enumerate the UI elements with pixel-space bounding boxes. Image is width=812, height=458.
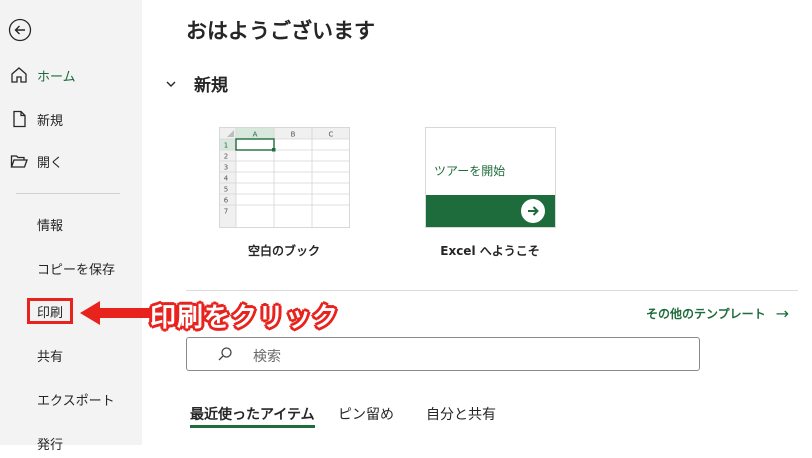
annotation-arrow	[80, 301, 150, 325]
page-title: おはようございます	[186, 19, 375, 43]
grid-row-label: 6	[224, 197, 229, 205]
search-input[interactable]: 検索	[186, 337, 700, 371]
tour-band	[426, 195, 555, 227]
welcome-excel-tile[interactable]: ツアーを開始	[425, 127, 556, 228]
sidebar-item-label: 開く	[37, 155, 64, 171]
sidebar-item-label: エクスポート	[37, 393, 115, 409]
grid-column-label: A	[253, 131, 258, 139]
more-templates-link[interactable]: その他のテンプレート →	[646, 304, 789, 323]
arrow-right-icon: →	[775, 304, 790, 323]
section-divider	[186, 290, 798, 291]
search-placeholder: 検索	[253, 349, 281, 365]
sidebar-item-label: 新規	[37, 113, 64, 129]
annotation-callout: 印刷をクリック	[150, 303, 340, 333]
active-tab-underline	[190, 425, 315, 428]
sidebar-item-save-copy[interactable]: コピーを保存	[0, 253, 142, 283]
home-main-panel: おはようございます 新規 A B C 1 2 3 4 5 6 7 空白のブック ツアーを開始 Ex…	[142, 0, 812, 445]
grid-row-label: 7	[224, 208, 228, 216]
search-icon	[218, 347, 232, 361]
tour-start-text: ツアーを開始	[434, 164, 506, 178]
sidebar-item-export[interactable]: エクスポート	[0, 384, 142, 414]
backstage-sidebar: ホーム 新規 開く 情報 コピーを保存 印刷 共有 エクスポート 発行	[0, 0, 142, 453]
blank-workbook-thumbnail: A B C 1 2 3 4 5 6 7	[220, 128, 349, 227]
tab-pinned[interactable]: ピン留め	[338, 404, 394, 424]
chevron-down-icon	[166, 81, 176, 87]
grid-row-label: 4	[224, 175, 229, 183]
new-section-header[interactable]: 新規	[164, 71, 228, 96]
sidebar-item-publish[interactable]: 発行	[0, 428, 142, 458]
sidebar-item-label: 情報	[37, 218, 64, 234]
grid-row-label: 2	[224, 153, 228, 161]
home-icon	[11, 67, 27, 83]
sidebar-item-label: 発行	[37, 437, 64, 453]
grid-active-cell	[235, 138, 275, 151]
sidebar-item-home[interactable]: ホーム	[0, 60, 142, 90]
more-templates-label: その他のテンプレート	[646, 307, 766, 321]
sidebar-divider	[16, 193, 120, 194]
back-arrow-icon[interactable]	[8, 18, 32, 42]
new-document-icon	[13, 110, 26, 128]
grid-column-label: C	[329, 131, 334, 139]
sidebar-item-label: コピーを保存	[37, 262, 116, 278]
sidebar-item-open[interactable]: 開く	[0, 146, 142, 176]
grid-row-label: 3	[224, 164, 228, 172]
sidebar-item-info[interactable]: 情報	[0, 209, 142, 239]
sidebar-item-label: ホーム	[37, 69, 76, 85]
sidebar-item-label: 共有	[37, 349, 64, 365]
grid-fill-handle	[272, 148, 276, 152]
welcome-excel-label: Excel へようこそ	[440, 244, 540, 258]
sidebar-item-new[interactable]: 新規	[0, 104, 142, 134]
folder-open-icon	[10, 155, 28, 168]
blank-workbook-tile[interactable]: A B C 1 2 3 4 5 6 7	[219, 127, 350, 228]
new-section-title: 新規	[194, 76, 228, 96]
tab-recent[interactable]: 最近使ったアイテム	[190, 404, 315, 424]
arrow-right-icon	[521, 199, 545, 223]
sidebar-item-share[interactable]: 共有	[0, 340, 142, 370]
grid-row-label: 5	[224, 186, 228, 194]
grid-column-label: B	[291, 131, 296, 139]
tab-shared-with-me[interactable]: 自分と共有	[426, 404, 496, 424]
print-highlight-box	[27, 298, 73, 324]
grid-row-label: 1	[224, 142, 228, 150]
blank-workbook-label: 空白のブック	[247, 244, 320, 258]
